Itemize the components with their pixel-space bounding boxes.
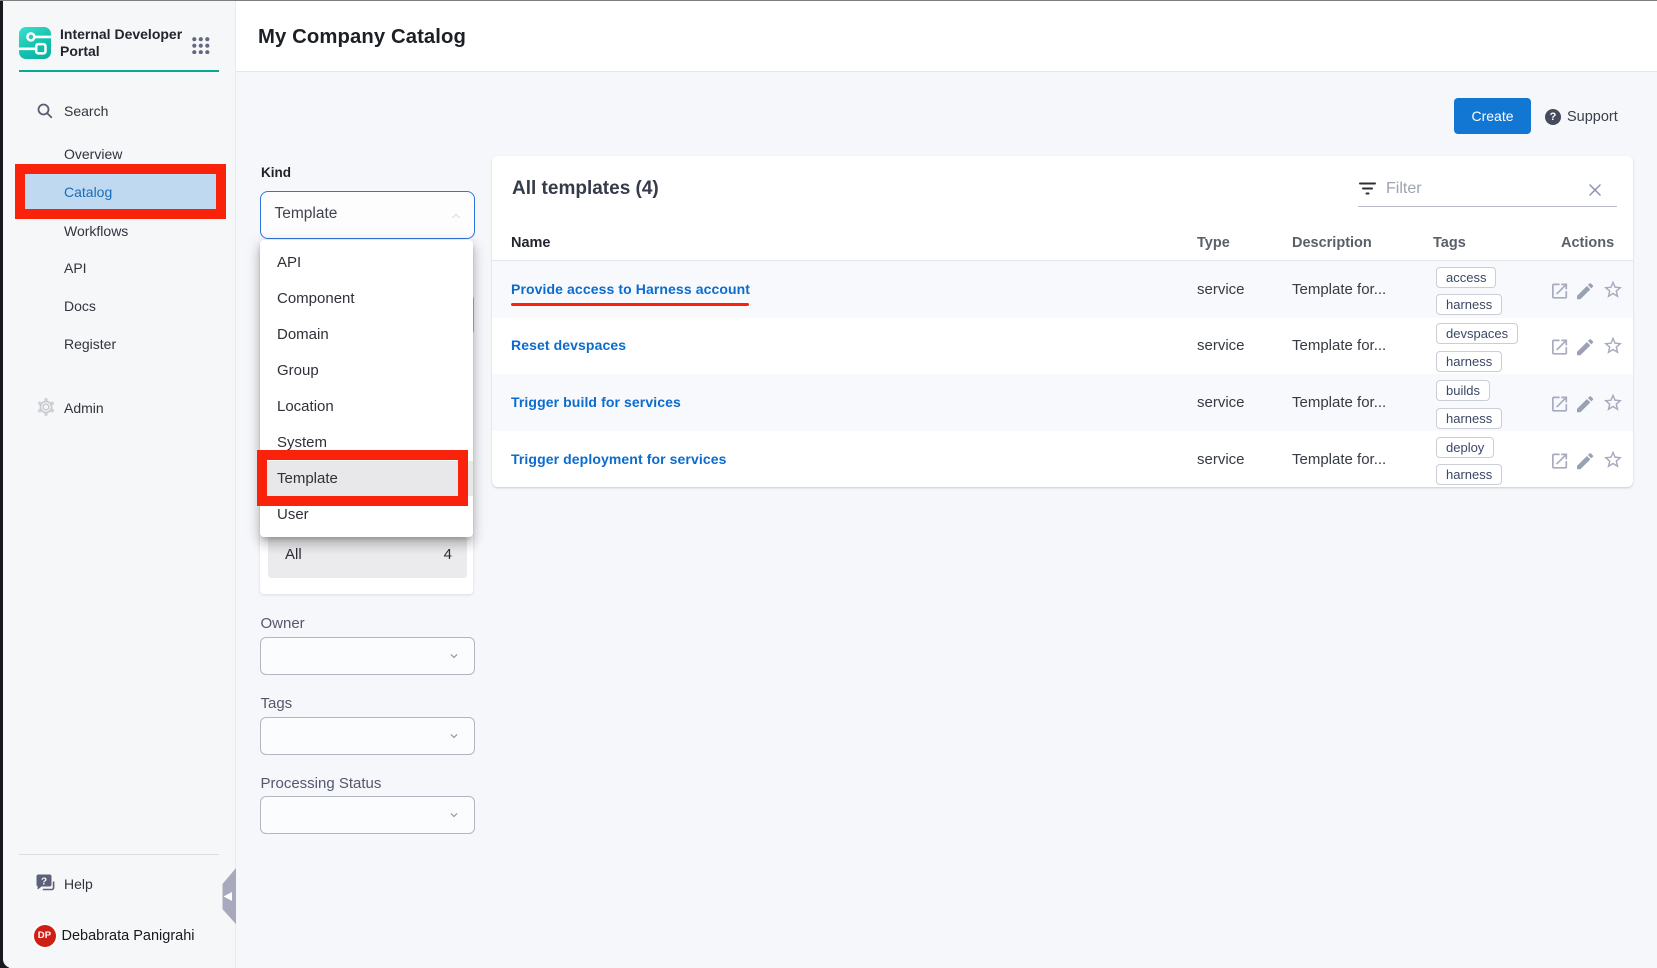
svg-text:?: ? (41, 876, 47, 887)
